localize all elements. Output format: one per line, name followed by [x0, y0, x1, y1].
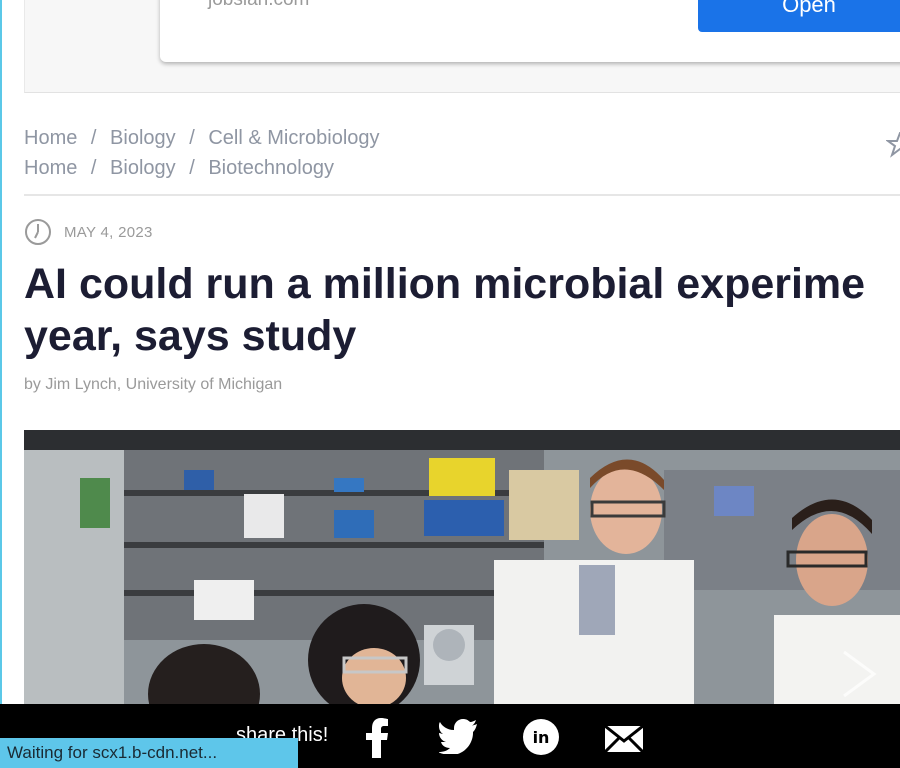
breadcrumb-link-cell-microbiology[interactable]: Cell & Microbiology: [208, 127, 379, 149]
breadcrumb-link-biology[interactable]: Biology: [110, 127, 176, 149]
facebook-icon[interactable]: [364, 718, 390, 758]
bookmark-star-icon[interactable]: [886, 132, 900, 158]
breadcrumb-link-biotechnology[interactable]: Biotechnology: [208, 157, 334, 179]
ad-open-button[interactable]: Open: [698, 0, 900, 32]
breadcrumb-row: Home / Biology / Cell & Microbiology: [24, 125, 380, 155]
breadcrumb-separator: /: [90, 127, 97, 149]
article-byline: by Jim Lynch, University of Michigan: [24, 376, 283, 393]
browser-status-bar: Waiting for scx1.b-cdn.net...: [0, 738, 298, 768]
divider: [24, 194, 900, 196]
email-icon[interactable]: [604, 725, 644, 753]
ad-card[interactable]: jobsian.com Open: [160, 0, 900, 62]
article-title-line: year, says study: [24, 312, 357, 360]
twitter-icon[interactable]: [439, 718, 479, 754]
breadcrumb-separator: /: [189, 157, 195, 179]
breadcrumb: Home / Biology / Cell & Microbiology Hom…: [24, 125, 380, 185]
article-title: AI could run a million microbial experim…: [24, 258, 900, 362]
article-date-row: MAY 4, 2023: [24, 218, 153, 246]
article-date: MAY 4, 2023: [64, 223, 153, 241]
clock-icon: [25, 219, 51, 245]
breadcrumb-link-biology[interactable]: Biology: [110, 157, 176, 179]
ad-domain: jobsian.com: [208, 0, 309, 10]
ad-banner: jobsian.com Open: [24, 0, 900, 93]
article-title-line: AI could run a million microbial experim…: [24, 260, 866, 308]
window-edge: [0, 0, 2, 768]
linkedin-icon[interactable]: in: [522, 718, 560, 756]
breadcrumb-link-home[interactable]: Home: [24, 157, 77, 179]
article-photo[interactable]: [24, 430, 900, 704]
breadcrumb-row: Home / Biology / Biotechnology: [24, 155, 380, 185]
breadcrumb-separator: /: [189, 127, 195, 149]
breadcrumb-separator: /: [90, 157, 97, 179]
breadcrumb-link-home[interactable]: Home: [24, 127, 77, 149]
svg-text:in: in: [533, 728, 550, 747]
